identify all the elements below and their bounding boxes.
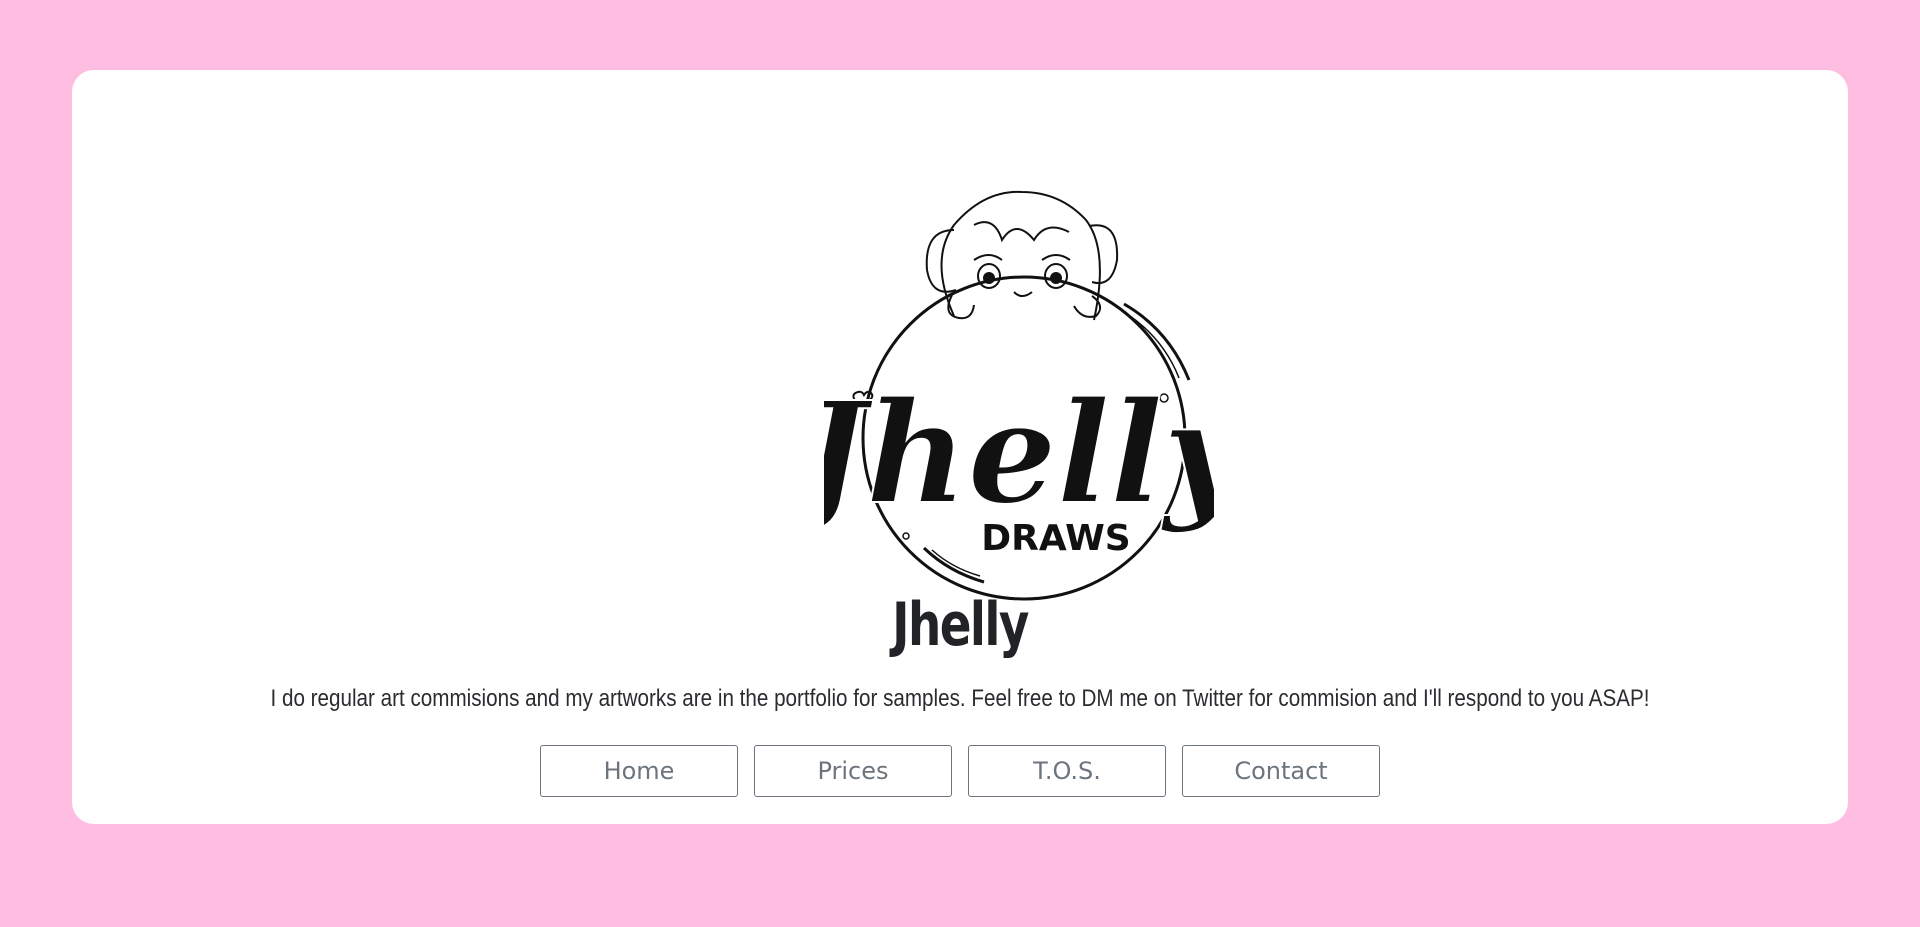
logo-script-text: Jhelly [824, 372, 1214, 536]
contact-button[interactable]: Contact [1182, 745, 1380, 797]
tos-button[interactable]: T.O.S. [968, 745, 1166, 797]
chibi-girl-icon [925, 190, 1119, 321]
prices-button[interactable]: Prices [754, 745, 952, 797]
nav-buttons: Home Prices T.O.S. Contact [72, 745, 1848, 797]
page-title: Jhelly [892, 590, 1029, 660]
jhelly-draws-logo: Jhelly DRAWS [824, 190, 1214, 601]
profile-card: Jhelly DRAWS Jhelly I do regular art com… [72, 70, 1848, 824]
logo-sub-text: DRAWS [981, 518, 1130, 559]
bubble-highlight-top [1123, 302, 1191, 381]
profile-description: I do regular art commisions and my artwo… [270, 685, 1650, 712]
home-button[interactable]: Home [540, 745, 738, 797]
